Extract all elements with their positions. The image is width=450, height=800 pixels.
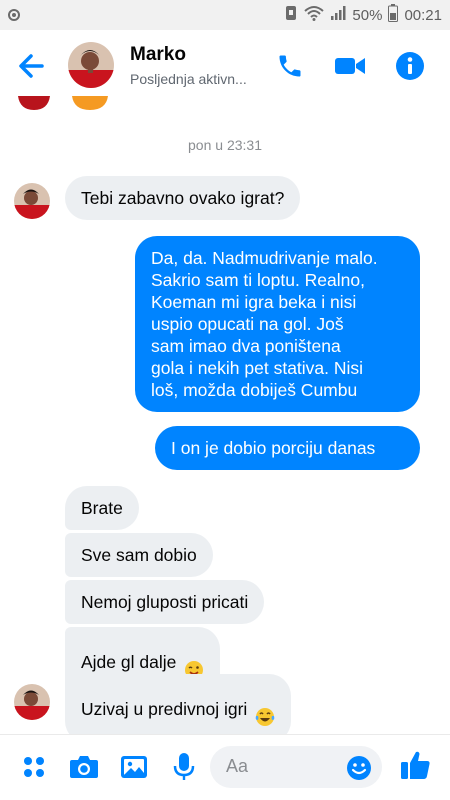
message-bubble-incoming[interactable]: Tebi zabavno ovako igrat? bbox=[65, 176, 301, 220]
message-timestamp: pon u 23:31 bbox=[188, 137, 262, 153]
wifi-icon bbox=[304, 5, 325, 25]
message-input[interactable] bbox=[226, 756, 336, 777]
message-bubble-incoming[interactable]: Sve sam dobio bbox=[65, 533, 213, 577]
tears-of-joy-emoji-icon bbox=[255, 685, 275, 732]
phone-icon[interactable] bbox=[272, 48, 308, 84]
contact-avatar[interactable] bbox=[68, 42, 114, 88]
battery-icon bbox=[388, 4, 399, 26]
status-bar: 50% 00:21 bbox=[0, 0, 450, 30]
sender-avatar[interactable] bbox=[14, 183, 50, 219]
clock: 00:21 bbox=[404, 6, 442, 24]
message-bubble-incoming[interactable]: Uzivaj u predivnoj igri bbox=[65, 674, 292, 743]
notification-icon bbox=[6, 8, 22, 27]
info-icon[interactable] bbox=[392, 48, 428, 84]
video-camera-icon[interactable] bbox=[332, 48, 368, 84]
microphone-icon[interactable] bbox=[168, 751, 200, 783]
message-text: Uzivaj u predivnoj igri bbox=[81, 698, 248, 719]
battery-percent: 50% bbox=[352, 6, 383, 24]
previous-sticker-partial bbox=[70, 96, 110, 110]
more-apps-icon[interactable] bbox=[18, 751, 50, 783]
back-arrow-icon[interactable] bbox=[14, 48, 50, 84]
message-composer bbox=[0, 734, 450, 800]
previous-avatar-partial bbox=[18, 96, 50, 110]
message-bubble-outgoing[interactable]: Da, da. Nadmudrivanje malo. Sakrio sam t… bbox=[135, 236, 420, 412]
message-bubble-incoming[interactable]: Brate bbox=[65, 486, 139, 530]
message-bubble-outgoing[interactable]: I on je dobio porciju danas bbox=[155, 426, 420, 470]
sender-avatar[interactable] bbox=[14, 684, 50, 720]
chat-header: Marko Posljednja aktivn... bbox=[0, 30, 450, 100]
message-bubble-incoming[interactable]: Nemoj gluposti pricati bbox=[65, 580, 265, 624]
camera-icon[interactable] bbox=[68, 751, 100, 783]
image-icon[interactable] bbox=[118, 751, 150, 783]
signal-icon bbox=[330, 5, 346, 25]
message-text: Ajde gl dalje bbox=[81, 651, 177, 672]
message-input-box[interactable] bbox=[210, 746, 382, 788]
sim-icon bbox=[284, 5, 298, 25]
thumbs-up-icon[interactable] bbox=[400, 749, 432, 781]
emoji-icon[interactable] bbox=[346, 755, 372, 781]
active-status: Posljednja aktivn... bbox=[130, 71, 247, 87]
contact-name[interactable]: Marko bbox=[130, 44, 186, 66]
